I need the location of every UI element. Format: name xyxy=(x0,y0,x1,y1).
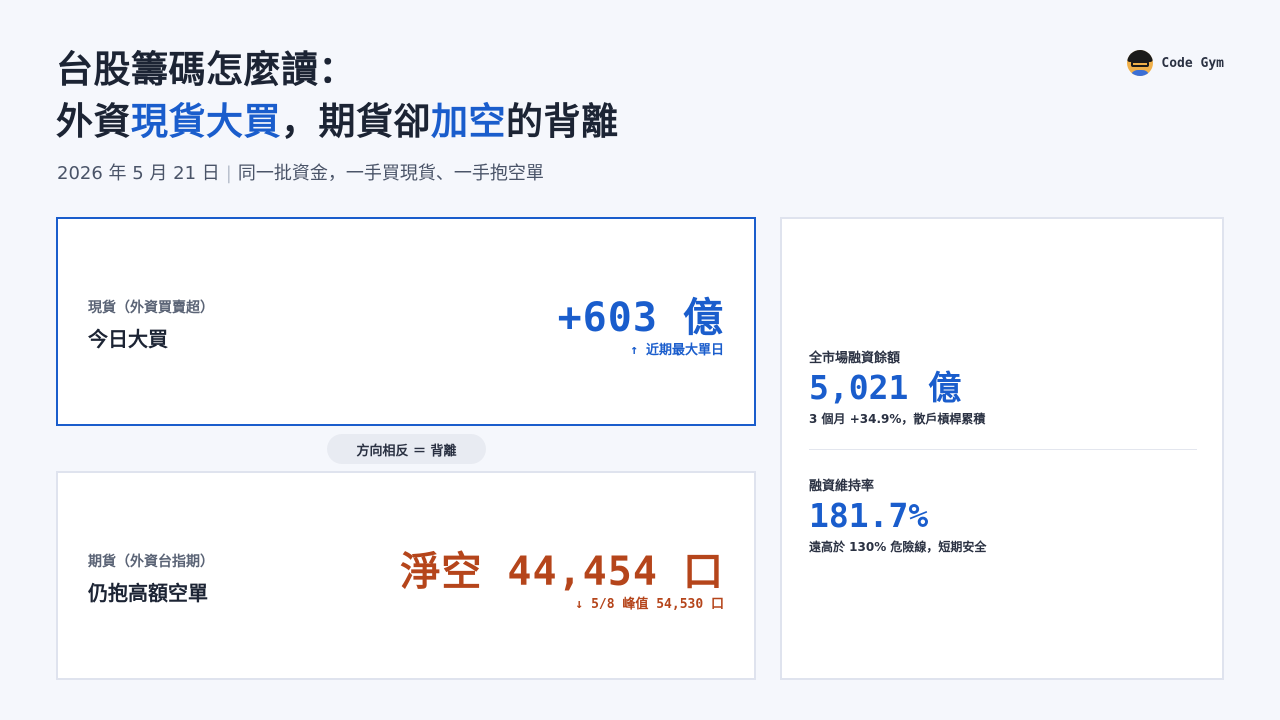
futures-card: 期貨（外資台指期） 仍抱高額空單 淨空 44,454 口 ↓ 5/8 峰值 54… xyxy=(56,471,756,680)
maintenance-ratio-label: 融資維持率 xyxy=(809,479,875,494)
brand-logo: Code Gym xyxy=(1127,50,1224,76)
title-part-b: ，期貨卻 xyxy=(281,100,431,143)
margin-balance-metric: 全市場融資餘額 5,021 億 3 個月 +34.9%，散戶槓桿累積 xyxy=(809,347,985,427)
maintenance-ratio-value: 181.7% xyxy=(809,496,929,535)
futures-note: ↓ 5/8 峰值 54,530 口 xyxy=(575,597,724,612)
title-line-1: 台股籌碼怎麼讀： xyxy=(56,48,356,91)
page-title: 台股籌碼怎麼讀： 外資現貨大買，期貨卻加空的背離 xyxy=(56,44,619,148)
avatar-icon xyxy=(1127,50,1154,76)
title-highlight-short: 加空 xyxy=(431,100,506,143)
title-line-2: 外資現貨大買，期貨卻加空的背離 xyxy=(56,96,619,148)
spot-name: 今日大買 xyxy=(88,327,168,351)
futures-value: 淨空 44,454 口 xyxy=(400,549,724,595)
spot-label: 現貨（外資買賣超） xyxy=(88,300,214,316)
spot-note: ↑ 近期最大單日 xyxy=(630,343,724,358)
futures-label: 期貨（外資台指期） xyxy=(88,554,214,570)
margin-balance-note: 3 個月 +34.9%，散戶槓桿累積 xyxy=(809,412,986,426)
title-part-a: 外資 xyxy=(56,100,131,143)
margin-balance-label: 全市場融資餘額 xyxy=(809,351,901,366)
maintenance-ratio-metric: 融資維持率 181.7% 遠高於 130% 危險線，短期安全 xyxy=(809,475,986,555)
subtitle-date: 2026 年 5 月 21 日 xyxy=(57,163,220,184)
divergence-pill: 方向相反 ＝ 背離 xyxy=(327,434,486,464)
title-highlight-spot: 現貨大買 xyxy=(131,100,281,143)
futures-name: 仍抱高額空單 xyxy=(88,581,208,605)
spot-value: +603 億 xyxy=(557,295,724,341)
margin-balance-value: 5,021 億 xyxy=(809,368,962,407)
subtitle-separator: | xyxy=(225,163,232,184)
brand-name: Code Gym xyxy=(1161,55,1224,71)
maintenance-ratio-note: 遠高於 130% 危險線，短期安全 xyxy=(809,540,987,554)
spot-card: 現貨（外資買賣超） 今日大買 +603 億 ↑ 近期最大單日 xyxy=(56,217,756,426)
subtitle: 2026 年 5 月 21 日 | 同一批資金，一手買現貨、一手抱空單 xyxy=(57,160,544,188)
subtitle-text: 同一批資金，一手買現貨、一手抱空單 xyxy=(237,163,544,184)
title-part-c: 的背離 xyxy=(506,100,619,143)
market-stats-card: 全市場融資餘額 5,021 億 3 個月 +34.9%，散戶槓桿累積 融資維持率… xyxy=(780,217,1224,680)
metric-divider xyxy=(809,449,1197,450)
